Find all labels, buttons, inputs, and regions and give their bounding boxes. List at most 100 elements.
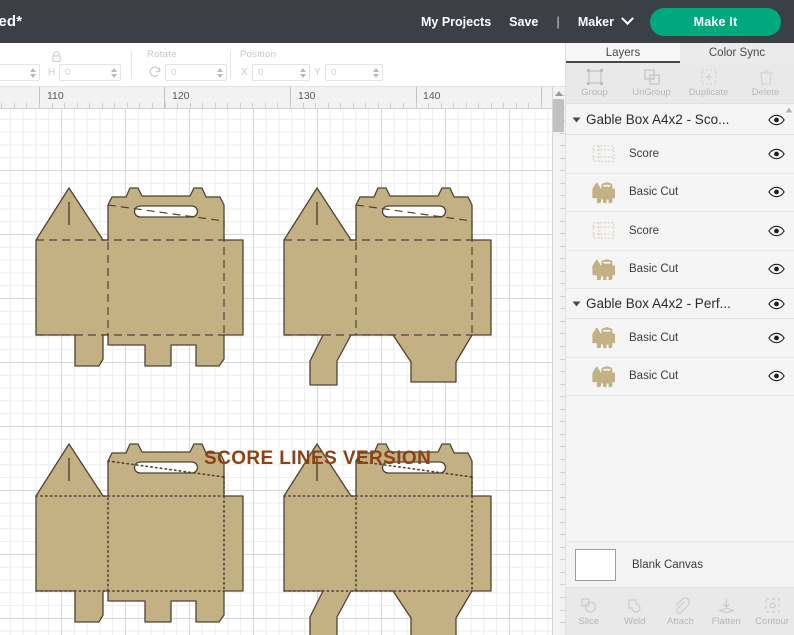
position-y-input[interactable]: 0 <box>325 64 383 81</box>
visibility-icon[interactable] <box>768 263 785 275</box>
layer-row[interactable]: Score <box>566 135 794 174</box>
layer-name: Basic Cut <box>629 186 768 198</box>
save-button[interactable]: Save <box>509 15 538 29</box>
canvas-swatch-row[interactable]: Blank Canvas <box>566 541 794 587</box>
layer-name: Basic Cut <box>629 370 768 382</box>
top-header-bar: led* My Projects Save | Maker Make It <box>0 0 794 43</box>
gable-box-artwork[interactable] <box>0 109 552 635</box>
layer-group-name: Gable Box A4x2 - Perf... <box>586 296 768 311</box>
ruler-minor-tick <box>165 103 166 108</box>
tab-layers[interactable]: Layers <box>566 43 680 63</box>
height-label: H <box>48 67 55 78</box>
contour-button[interactable]: Contour <box>749 588 794 635</box>
layer-row[interactable]: Score <box>566 212 794 251</box>
position-y-label: Y <box>314 67 321 78</box>
ungroup-button[interactable]: UnGroup <box>623 63 680 103</box>
ruler-minor-tick <box>139 103 140 108</box>
ruler-minor-tick <box>403 103 404 108</box>
ruler-minor-tick <box>541 103 542 108</box>
machine-selector[interactable]: Maker <box>578 15 632 29</box>
slice-button[interactable]: Slice <box>566 588 612 635</box>
position-x-input[interactable]: 0 <box>252 64 310 81</box>
vertical-ruler[interactable] <box>552 87 565 635</box>
attach-button[interactable]: Attach <box>658 588 704 635</box>
ruler-minor-tick <box>453 103 454 108</box>
weld-button[interactable]: Weld <box>612 588 658 635</box>
weld-icon <box>625 596 644 615</box>
ruler-minor-tick <box>303 103 304 108</box>
layer-group-row[interactable]: Gable Box A4x2 - Perf... <box>566 289 794 319</box>
layer-name: Score <box>629 225 768 237</box>
score-box-left <box>36 188 243 366</box>
lock-icon[interactable] <box>50 50 63 63</box>
position-y-stepper[interactable] <box>370 65 381 80</box>
header-divider: | <box>556 15 560 29</box>
caret-down-icon[interactable] <box>573 117 581 122</box>
group-label: Group <box>581 87 607 98</box>
horizontal-ruler[interactable]: 110120130140 <box>0 87 552 109</box>
make-it-button[interactable]: Make It <box>650 8 781 36</box>
scroll-up-icon[interactable] <box>554 89 564 98</box>
height-stepper[interactable] <box>108 65 119 80</box>
ruler-minor-tick <box>39 103 40 108</box>
layer-group-name: Gable Box A4x2 - Sco... <box>586 112 768 127</box>
design-canvas[interactable]: SCORE LINES VERSION PERFORATIONS VERSION <box>0 109 552 635</box>
layer-row[interactable]: Basic Cut <box>566 174 794 213</box>
width-input[interactable]: 0 <box>0 64 40 81</box>
layer-name: Basic Cut <box>629 332 768 344</box>
tab-color-sync[interactable]: Color Sync <box>680 43 794 63</box>
layer-row[interactable]: Basic Cut <box>566 358 794 397</box>
visibility-icon[interactable] <box>768 186 785 198</box>
score-version-label[interactable]: SCORE LINES VERSION <box>204 448 431 470</box>
my-projects-link[interactable]: My Projects <box>421 15 491 29</box>
layer-list[interactable]: Gable Box A4x2 - Sco... Score Basic Cut Sco… <box>566 105 794 584</box>
visibility-icon[interactable] <box>768 370 785 382</box>
visibility-icon[interactable] <box>768 225 785 237</box>
ruler-minor-tick <box>428 103 429 108</box>
ruler-minor-tick <box>152 103 153 108</box>
ruler-label: 140 <box>423 90 441 102</box>
width-stepper[interactable] <box>27 65 38 80</box>
panel-scroll-up-icon[interactable] <box>785 106 793 114</box>
ruler-label: 120 <box>172 90 190 102</box>
visibility-icon[interactable] <box>768 148 785 160</box>
ruler-minor-tick <box>102 103 103 108</box>
group-button[interactable]: Group <box>566 63 623 103</box>
slice-label: Slice <box>579 616 600 627</box>
rotate-stepper[interactable] <box>214 65 225 80</box>
visibility-icon[interactable] <box>768 298 785 310</box>
ruler-minor-tick <box>365 103 366 108</box>
rotate-icon[interactable] <box>148 65 162 79</box>
ruler-minor-tick <box>441 103 442 108</box>
bottom-operations-bar: Slice Weld Attach Flatten <box>566 587 794 635</box>
ruler-minor-tick <box>114 103 115 108</box>
ruler-minor-tick <box>190 103 191 108</box>
position-x-stepper[interactable] <box>297 65 308 80</box>
layer-row[interactable]: Basic Cut <box>566 251 794 290</box>
rotate-input[interactable]: 0 <box>165 64 227 81</box>
position-caption: Position <box>240 49 276 60</box>
trash-icon <box>757 68 775 86</box>
flatten-button[interactable]: Flatten <box>703 588 749 635</box>
canvas-vertical-scrollbar[interactable] <box>553 99 564 132</box>
canvas-color-swatch[interactable] <box>575 549 616 581</box>
duplicate-button[interactable]: Duplicate <box>680 63 737 103</box>
delete-button[interactable]: Delete <box>737 63 794 103</box>
layer-row[interactable]: Basic Cut <box>566 319 794 358</box>
attach-label: Attach <box>667 616 694 627</box>
visibility-icon[interactable] <box>768 332 785 344</box>
duplicate-label: Duplicate <box>689 87 729 98</box>
ruler-minor-tick <box>491 103 492 108</box>
layers-panel: Layers Color Sync Group UnGroup <box>565 43 794 635</box>
ruler-minor-tick <box>77 103 78 108</box>
panel-operations-bar: Group UnGroup Duplicate <box>566 63 794 104</box>
visibility-icon[interactable] <box>768 114 785 126</box>
caret-down-icon[interactable] <box>573 301 581 306</box>
ruler-minor-tick <box>328 103 329 108</box>
ruler-minor-tick <box>353 103 354 108</box>
contour-label: Contour <box>755 616 789 627</box>
height-input[interactable]: 0 <box>59 64 121 81</box>
paperclip-icon <box>671 596 690 615</box>
layer-group-row[interactable]: Gable Box A4x2 - Sco... <box>566 105 794 135</box>
ruler-minor-tick <box>315 103 316 108</box>
